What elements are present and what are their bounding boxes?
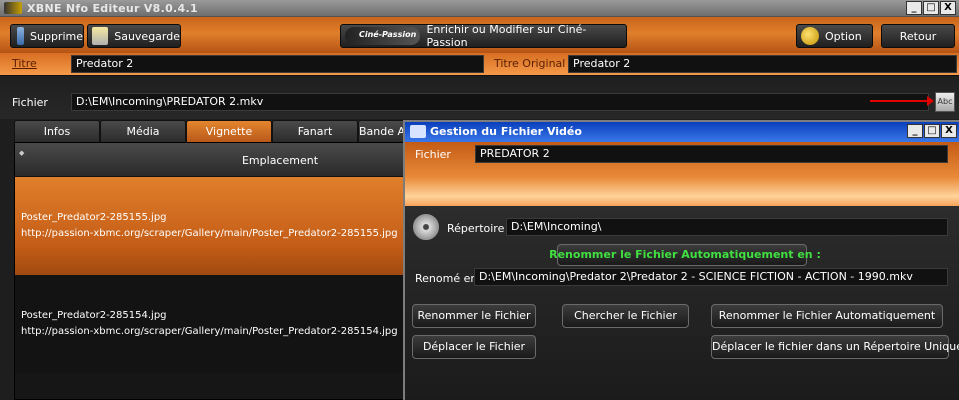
deplacer-fichier-button[interactable]: Déplacer le Fichier — [412, 335, 536, 359]
titre-row: Titre Predator 2 Titre Original Predator… — [0, 53, 959, 75]
main-title-bar: XBNE Nfo Editeur V8.0.4.1 _ □ X — [0, 0, 959, 17]
enrichir-button[interactable]: Ciné-Passion Enrichir ou Modifier sur Ci… — [340, 23, 627, 49]
vignette-grid: ◆ Emplacement Poster_Predator2-285155.jp… — [14, 142, 409, 400]
renommer-auto-button[interactable]: Renommer le Fichier Automatiquement — [711, 304, 943, 328]
row-url: http://passion-xbmc.org/scraper/Gallery/… — [21, 326, 398, 337]
option-icon — [801, 27, 819, 45]
renomme-label: Renomé en — [415, 272, 478, 285]
fichier-input[interactable]: D:\EM\Incoming\PREDATOR 2.mkv — [71, 93, 929, 111]
supprime-label: Supprime — [30, 29, 83, 43]
renommer-fichier-button[interactable]: Renommer le Fichier — [412, 304, 536, 328]
window-title: XBNE Nfo Editeur V8.0.4.1 — [27, 2, 198, 15]
tab-vignette[interactable]: Vignette — [186, 120, 272, 142]
abc-rename-button[interactable]: Abc — [935, 92, 955, 112]
dialog-window-controls: _ □ X — [907, 124, 957, 138]
app-icon — [4, 2, 22, 14]
tab-media[interactable]: Média — [100, 120, 186, 142]
cine-passion-logo-icon: Ciné-Passion — [345, 27, 421, 45]
option-button[interactable]: Option — [796, 24, 873, 48]
dialog-app-icon — [410, 125, 426, 138]
trash-icon — [17, 27, 25, 45]
auto-rename-label-text: Renommer le Fichier Automatiquement en : — [549, 248, 821, 261]
deplacer-repertoire-unique-button[interactable]: Déplacer le fichier dans un Répertoire U… — [711, 335, 959, 359]
fichier-label: Fichier — [12, 96, 48, 109]
disc-icon — [413, 214, 439, 240]
cine-passion-logo-text: Ciné-Passion — [359, 30, 417, 39]
renomme-input[interactable]: D:\EM\Incoming\Predator 2\Predator 2 - S… — [474, 268, 948, 286]
dialog-body: Répertoire D:\EM\Incoming\ Renommer le F… — [405, 206, 959, 400]
tab-infos[interactable]: Infos — [14, 120, 100, 142]
chercher-fichier-button[interactable]: Chercher le Fichier — [562, 304, 689, 328]
row-url: http://passion-xbmc.org/scraper/Gallery/… — [21, 228, 398, 239]
dialog-fichier-input[interactable]: PREDATOR 2 — [475, 145, 948, 163]
retour-button[interactable]: Retour — [881, 24, 955, 48]
titre-original-label: Titre Original — [494, 57, 566, 70]
row-filename: Poster_Predator2-285154.jpg — [21, 310, 167, 321]
toolbar: Supprime Sauvegarde Ciné-Passion Enrichi… — [0, 17, 959, 53]
save-icon — [92, 27, 109, 45]
row-filename: Poster_Predator2-285155.jpg — [21, 212, 167, 223]
window-controls: _ □ X — [906, 1, 956, 15]
minimize-button[interactable]: _ — [906, 1, 922, 15]
gestion-fichier-dialog: Gestion du Fichier Vidéo _ □ X Fichier P… — [403, 120, 959, 400]
repertoire-label: Répertoire — [447, 222, 505, 235]
maximize-button[interactable]: □ — [923, 1, 939, 15]
titre-input[interactable]: Predator 2 — [71, 55, 484, 73]
grid-header[interactable]: ◆ Emplacement — [15, 143, 408, 177]
fichier-row: Fichier D:\EM\Incoming\PREDATOR 2.mkv — [0, 75, 959, 119]
titre-original-input[interactable]: Predator 2 — [568, 55, 957, 73]
tab-bar: Infos Média Vignette Fanart Bande Annonc… — [14, 120, 418, 142]
auto-rename-label-button[interactable]: Renommer le Fichier Automatiquement en : — [549, 244, 821, 266]
dialog-header-area: Fichier PREDATOR 2 — [405, 142, 959, 206]
dialog-close-button[interactable]: X — [941, 124, 957, 138]
close-button[interactable]: X — [940, 1, 956, 15]
sauvegarde-label: Sauvegarde — [114, 29, 180, 43]
table-row[interactable]: Poster_Predator2-285154.jpg http://passi… — [15, 275, 408, 373]
dialog-minimize-button[interactable]: _ — [907, 124, 923, 138]
retour-label: Retour — [899, 29, 937, 43]
enrichir-label: Enrichir ou Modifier sur Ciné-Passion — [426, 23, 587, 49]
table-row[interactable]: Poster_Predator2-285155.jpg http://passi… — [15, 177, 408, 275]
option-label: Option — [825, 29, 862, 43]
dialog-title-bar: Gestion du Fichier Vidéo _ □ X — [405, 122, 959, 142]
dialog-title: Gestion du Fichier Vidéo — [430, 125, 582, 138]
sauvegarde-button[interactable]: Sauvegarde — [87, 24, 181, 48]
supprime-button[interactable]: Supprime — [10, 24, 84, 48]
red-arrow-annotation — [870, 96, 934, 106]
dialog-maximize-button[interactable]: □ — [924, 124, 940, 138]
titre-label: Titre — [12, 57, 37, 70]
repertoire-input[interactable]: D:\EM\Incoming\ — [506, 218, 948, 236]
tab-fanart[interactable]: Fanart — [272, 120, 358, 142]
dialog-fichier-label: Fichier — [415, 148, 451, 161]
